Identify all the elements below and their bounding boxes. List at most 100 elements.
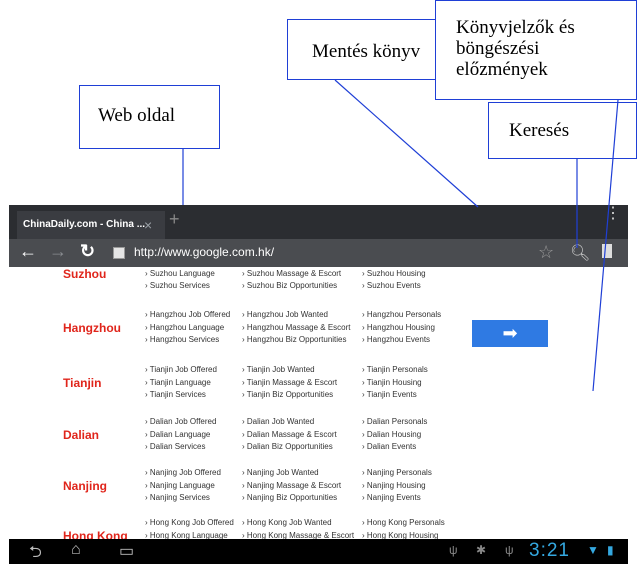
new-tab-button[interactable]: + xyxy=(169,209,180,230)
callout-bookmarks-history: Könyvjelzők és böngészési előzmények xyxy=(435,0,637,100)
back-arrow-icon[interactable]: ← xyxy=(19,241,37,262)
city-name[interactable]: Nanjing xyxy=(63,479,107,493)
link-column: › Hong Kong Job Wanted › Hong Kong Massag… xyxy=(242,517,354,539)
link-column: › Nanjing Job Wanted › Nanjing Massage & … xyxy=(242,467,341,505)
category-link[interactable]: › Tianjin Services xyxy=(145,389,217,402)
category-link[interactable]: › Dalian Personals xyxy=(362,416,427,429)
battery-icon: ▮ xyxy=(607,543,614,557)
close-tab-icon[interactable]: × xyxy=(144,211,152,239)
callout-save-bookmark: Mentés könyv xyxy=(287,19,457,80)
category-link[interactable]: › Dalian Job Wanted xyxy=(242,416,337,429)
category-link[interactable]: › Nanjing Job Offered xyxy=(145,467,221,480)
category-link[interactable]: › Hong Kong Language xyxy=(145,530,234,540)
link-column: › Hangzhou Job Offered › Hangzhou Languag… xyxy=(145,309,230,347)
city-row: Nanjing › Nanjing Job Offered › Nanjing La… xyxy=(9,467,628,519)
category-link[interactable]: › Tianjin Massage & Escort xyxy=(242,377,337,390)
category-link[interactable]: › Nanjing Housing xyxy=(362,480,432,493)
city-row: Suzhou › Suzhou Job Offered› Suzhou Langu… xyxy=(9,267,628,307)
city-name[interactable]: Hong Kong xyxy=(63,529,128,539)
callout-search-label: Keresés xyxy=(509,120,570,141)
callout-save-bookmark-label: Mentés könyv xyxy=(312,41,421,62)
system-navbar: ⮌ ⌂ ▭ ψ ✱ ψ 3:21 ▼ ▮ xyxy=(9,539,628,564)
menu-icon[interactable]: ⋮ xyxy=(605,206,621,222)
category-link[interactable]: › Tianjin Biz Opportunities xyxy=(242,389,337,402)
category-link[interactable]: › Suzhou Biz Opportunities xyxy=(242,280,341,293)
category-link[interactable]: › Suzhou Events xyxy=(362,280,432,293)
url-bar: ← → ↻ http://www.google.com.hk/ ☆ 🔍︎ xyxy=(9,239,628,267)
forward-arrow-icon[interactable]: → xyxy=(49,241,67,262)
category-link[interactable]: › Dalian Job Offered xyxy=(145,416,216,429)
reload-icon[interactable]: ↻ xyxy=(80,241,95,262)
arrow-button[interactable]: ➡ xyxy=(472,320,548,347)
callout-search: Keresés xyxy=(488,102,637,159)
category-link[interactable]: › Hangzhou Personals xyxy=(362,309,441,322)
link-column: › Tianjin Job Offered › Tianjin Language ›… xyxy=(145,364,217,402)
debug-icon: ✱ xyxy=(476,543,487,557)
tab-title: ChinaDaily.com - China ... xyxy=(23,219,146,230)
link-column: › Hangzhou Personals › Hangzhou Housing › … xyxy=(362,309,441,347)
city-row: Tianjin › Tianjin Job Offered › Tianjin La… xyxy=(9,364,628,416)
category-link[interactable]: › Hangzhou Job Wanted xyxy=(242,309,351,322)
category-link[interactable]: › Hangzhou Language xyxy=(145,322,230,335)
category-link[interactable]: › Tianjin Job Wanted xyxy=(242,364,337,377)
wifi-icon: ▼ xyxy=(587,543,599,557)
tablet-screen: ChinaDaily.com - China ... × + ⋮ ← → ↻ h… xyxy=(9,205,628,564)
category-link[interactable]: › Dalian Events xyxy=(362,441,427,454)
category-link[interactable]: › Hangzhou Massage & Escort xyxy=(242,322,351,335)
category-link[interactable]: › Hangzhou Housing xyxy=(362,322,441,335)
city-row: Hong Kong › Hong Kong Job Offered › Hong K… xyxy=(9,517,628,539)
category-link[interactable]: › Suzhou Services xyxy=(145,280,221,293)
browser-tab[interactable]: ChinaDaily.com - China ... × xyxy=(17,211,165,239)
category-link[interactable]: › Hangzhou Biz Opportunities xyxy=(242,334,351,347)
category-link[interactable]: › Nanjing Biz Opportunities xyxy=(242,492,341,505)
category-link[interactable]: › Nanjing Language xyxy=(145,480,221,493)
link-column: › Suzhou Job Wanted› Suzhou Massage & Es… xyxy=(242,267,341,293)
favicon-icon xyxy=(113,247,125,259)
category-link[interactable]: › Nanjing Job Wanted xyxy=(242,467,341,480)
category-link[interactable]: › Hong Kong Massage & Escort xyxy=(242,530,354,540)
recent-apps-icon[interactable]: ▭ xyxy=(119,541,134,561)
category-link[interactable]: › Nanjing Services xyxy=(145,492,221,505)
city-name[interactable]: Hangzhou xyxy=(63,321,121,335)
search-icon[interactable]: 🔍︎ xyxy=(570,243,590,263)
callout-bookmarks-line-3: előzmények xyxy=(456,59,548,80)
category-link[interactable]: › Hangzhou Job Offered xyxy=(145,309,230,322)
category-link[interactable]: › Hangzhou Events xyxy=(362,334,441,347)
city-name[interactable]: Dalian xyxy=(63,428,99,442)
tab-strip: ChinaDaily.com - China ... × + ⋮ xyxy=(9,205,628,239)
link-column: › Dalian Job Wanted › Dalian Massage & Es… xyxy=(242,416,337,454)
category-link[interactable]: › Dalian Services xyxy=(145,441,216,454)
category-link[interactable]: › Tianjin Housing xyxy=(362,377,428,390)
category-link[interactable]: › Tianjin Job Offered xyxy=(145,364,217,377)
web-page-content: Hong Kong › Hong Kong Job Offered › Hong K… xyxy=(9,267,628,539)
category-link[interactable]: › Tianjin Personals xyxy=(362,364,428,377)
category-link[interactable]: › Suzhou Language xyxy=(145,268,221,281)
link-column: › Suzhou Personals› Suzhou Housing› Suzh… xyxy=(362,267,432,293)
category-link[interactable]: › Dalian Biz Opportunities xyxy=(242,441,337,454)
usb-icon: ψ xyxy=(449,543,458,557)
category-link[interactable]: › Suzhou Massage & Escort xyxy=(242,268,341,281)
callout-web-page-label: Web oldal xyxy=(98,105,176,126)
link-column: › Hangzhou Job Wanted › Hangzhou Massage … xyxy=(242,309,351,347)
city-name[interactable]: Suzhou xyxy=(63,267,106,281)
category-link[interactable]: › Hangzhou Services xyxy=(145,334,230,347)
category-link[interactable]: › Dalian Language xyxy=(145,429,216,442)
bookmarks-icon[interactable] xyxy=(602,244,612,258)
category-link[interactable]: › Dalian Massage & Escort xyxy=(242,429,337,442)
category-link[interactable]: › Tianjin Events xyxy=(362,389,428,402)
category-link[interactable]: › Hong Kong Housing xyxy=(362,530,445,540)
category-link[interactable]: › Nanjing Personals xyxy=(362,467,432,480)
callout-bookmarks-line-1: Könyvjelzők és xyxy=(456,17,575,38)
city-row: Dalian › Dalian Job Offered › Dalian Langu… xyxy=(9,416,628,468)
category-link[interactable]: › Nanjing Events xyxy=(362,492,432,505)
category-link[interactable]: › Tianjin Language xyxy=(145,377,217,390)
category-link[interactable]: › Nanjing Massage & Escort xyxy=(242,480,341,493)
category-link[interactable]: › Suzhou Housing xyxy=(362,268,432,281)
address-field[interactable]: http://www.google.com.hk/ xyxy=(134,245,274,259)
category-link[interactable]: › Dalian Housing xyxy=(362,429,427,442)
home-icon[interactable]: ⌂ xyxy=(71,541,81,559)
clock: 3:21 xyxy=(529,540,570,561)
city-name[interactable]: Tianjin xyxy=(63,376,101,390)
star-icon[interactable]: ☆ xyxy=(538,242,554,263)
link-column: › Hong Kong Job Offered › Hong Kong Langu… xyxy=(145,517,234,539)
